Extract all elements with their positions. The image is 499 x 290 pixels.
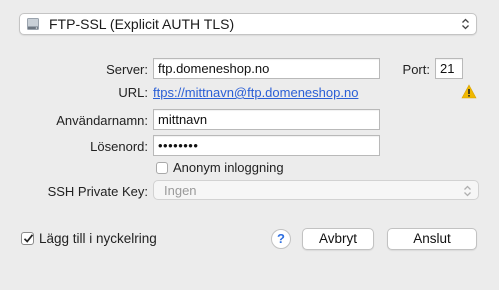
url-label: URL: — [118, 85, 148, 100]
anonymous-label: Anonym inloggning — [173, 160, 284, 175]
ssh-key-value: Ingen — [164, 183, 197, 198]
ssh-key-label: SSH Private Key: — [47, 184, 148, 199]
checkmark-icon — [23, 234, 34, 243]
port-field[interactable]: 21 — [435, 58, 463, 79]
server-drive-icon — [27, 18, 39, 30]
ssh-key-popup[interactable]: Ingen — [153, 180, 479, 200]
port-label: Port: — [402, 62, 430, 77]
updown-arrows-icon — [462, 18, 469, 30]
protocol-popup[interactable]: FTP-SSL (Explicit AUTH TLS) — [19, 13, 477, 35]
protocol-label: FTP-SSL (Explicit AUTH TLS) — [49, 16, 235, 32]
updown-arrows-icon — [464, 185, 471, 197]
warning-triangle-icon[interactable] — [461, 84, 477, 99]
keychain-label: Lägg till i nyckelring — [39, 231, 157, 246]
cancel-button[interactable]: Avbryt — [302, 228, 374, 250]
server-field[interactable]: ftp.domeneshop.no — [153, 58, 380, 79]
connect-button[interactable]: Anslut — [387, 228, 477, 250]
anonymous-checkbox[interactable] — [156, 162, 168, 174]
url-link[interactable]: ftps://mittnavn@ftp.domeneshop.no — [153, 85, 358, 100]
password-label: Lösenord: — [90, 139, 148, 154]
server-label: Server: — [106, 62, 148, 77]
keychain-checkbox[interactable] — [21, 232, 34, 245]
username-label: Användarnamn: — [56, 113, 148, 128]
password-field[interactable]: •••••••• — [153, 135, 380, 156]
help-button[interactable]: ? — [271, 229, 291, 249]
username-field[interactable]: mittnavn — [153, 109, 380, 130]
